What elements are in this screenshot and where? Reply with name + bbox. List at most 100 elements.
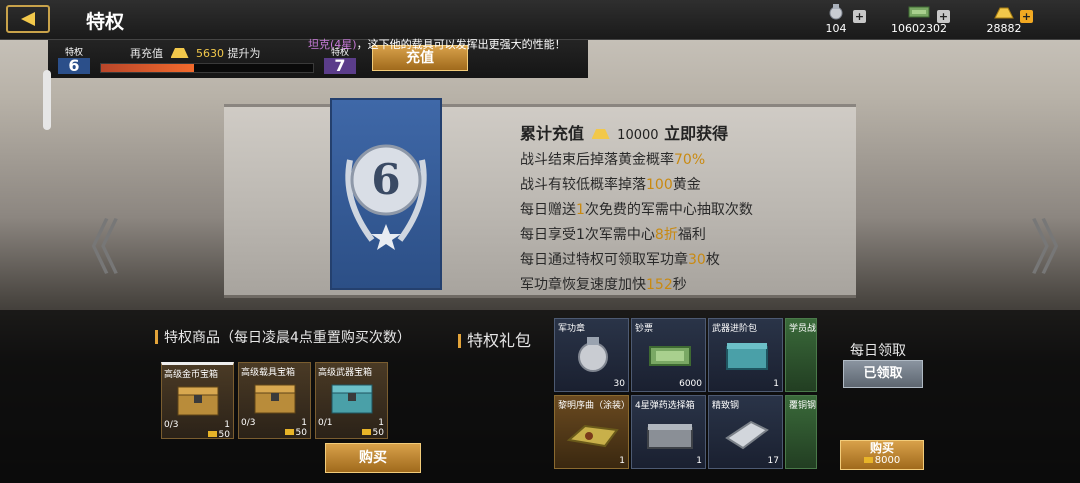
scrolling-notice: 坦克(4星)，这下他的载具可以发挥出更强大的性能！ bbox=[308, 36, 566, 52]
gift-item-name: 4星弹药选择箱 bbox=[635, 401, 695, 411]
gold-bar-icon bbox=[591, 129, 610, 139]
gift-item[interactable]: 军功章 30 bbox=[554, 318, 629, 392]
item-quantity: 1 bbox=[224, 420, 230, 430]
recharge-text: 再充值 bbox=[130, 47, 163, 60]
purchase-count: 0/3 bbox=[241, 418, 256, 428]
gold-bar-icon bbox=[992, 4, 1016, 20]
add-medal-button[interactable]: + bbox=[853, 10, 866, 23]
shop-item-name: 高级武器宝箱 bbox=[318, 368, 373, 378]
benefits-list: 累计充值 10000 立即获得 战斗结束后掉落黄金概率70% 战斗有较低概率掉落… bbox=[520, 120, 840, 290]
item-price: 50 bbox=[284, 428, 307, 438]
benefit-line: 军功章恢复速度加快152秒 bbox=[520, 277, 687, 290]
add-cash-button[interactable]: + bbox=[937, 10, 950, 23]
medal-resource: 104 bbox=[818, 4, 854, 36]
gift-item-qty: 6000 bbox=[679, 379, 702, 389]
gift-buy-price: 8000 bbox=[841, 455, 923, 466]
gift-item-qty: 1 bbox=[696, 456, 702, 466]
current-vip-badge: 特权 6 bbox=[58, 45, 90, 79]
gift-item-name: 军功章 bbox=[558, 324, 586, 334]
upgrade-text: 提升为 bbox=[227, 47, 261, 60]
money-icon bbox=[907, 4, 931, 20]
ammo-box-icon bbox=[647, 424, 693, 449]
item-quantity: 1 bbox=[378, 418, 384, 428]
steel-plate-icon bbox=[725, 420, 769, 450]
shop-buy-button[interactable]: 购买 bbox=[325, 443, 421, 473]
gift-item-name: 武器进阶包 bbox=[712, 324, 758, 334]
current-vip-level: 6 bbox=[58, 58, 90, 74]
gift-buy-label: 购买 bbox=[869, 441, 894, 455]
back-button[interactable] bbox=[6, 5, 50, 33]
gold-bar-icon bbox=[207, 431, 217, 437]
shop-item[interactable]: 高级金币宝箱 0/3 1 50 bbox=[161, 362, 234, 440]
benefit-line: 每日赠送1次免费的军需中心抽取次数 bbox=[520, 202, 753, 218]
add-gold-button[interactable]: + bbox=[1020, 10, 1033, 23]
notice-text: ，这下他的载具可以发挥出更强大的性能！ bbox=[356, 38, 566, 51]
gift-item[interactable]: 覆铜钢 bbox=[785, 395, 817, 469]
daily-claim-label: 每日领取 bbox=[850, 343, 906, 359]
gold-bar-icon bbox=[284, 429, 294, 435]
top-bar: 特权 104 + 10602302 + 28882 + bbox=[0, 0, 1080, 40]
medal-value: 104 bbox=[825, 22, 847, 35]
next-arrow-icon[interactable]: 》 bbox=[1030, 200, 1080, 287]
camo-skin-icon bbox=[566, 424, 619, 448]
gift-item-name: 学员战 bbox=[789, 324, 817, 334]
item-quantity: 1 bbox=[301, 418, 307, 428]
gift-item[interactable]: 学员战 bbox=[785, 318, 817, 392]
purchase-count: 0/1 bbox=[318, 418, 333, 428]
treasure-chest-icon bbox=[254, 384, 296, 414]
gift-item-qty: 17 bbox=[767, 456, 779, 466]
gold-value: 28882 bbox=[986, 22, 1022, 35]
page-title: 特权 bbox=[86, 11, 125, 33]
recharge-info: 再充值 5630 提升为 bbox=[130, 45, 261, 61]
heading-suffix: 立即获得 bbox=[664, 124, 729, 143]
vip-level-number: 6 bbox=[371, 155, 401, 204]
purchase-count: 0/3 bbox=[164, 420, 179, 430]
treasure-chest-icon bbox=[177, 386, 219, 416]
shop-item[interactable]: 高级载具宝箱 0/3 1 50 bbox=[238, 362, 311, 439]
gift-item-name: 覆铜钢 bbox=[789, 401, 817, 411]
item-price: 50 bbox=[361, 428, 384, 438]
benefit-line: 每日享受1次军需中心8折福利 bbox=[520, 227, 706, 243]
vip-progress-track bbox=[100, 63, 314, 73]
benefit-line: 战斗结束后掉落黄金概率70% bbox=[520, 152, 706, 168]
gold-bar-icon bbox=[361, 429, 371, 435]
medal-icon bbox=[578, 337, 608, 372]
scroll-handle[interactable] bbox=[43, 70, 51, 130]
vip-progress-fill bbox=[101, 64, 194, 72]
treasure-chest-icon bbox=[331, 384, 373, 414]
claimed-button[interactable]: 已领取 bbox=[843, 360, 923, 388]
item-price: 50 bbox=[207, 430, 230, 440]
shop-item-name: 高级金币宝箱 bbox=[164, 370, 219, 380]
crate-icon bbox=[726, 343, 768, 370]
shop-item-name: 高级载具宝箱 bbox=[241, 368, 296, 378]
gift-section-title: 特权礼包 bbox=[458, 327, 531, 351]
gift-item-qty: 1 bbox=[773, 379, 779, 389]
vip-level-banner: 6 bbox=[330, 98, 442, 290]
prev-arrow-icon[interactable]: 《 bbox=[60, 200, 120, 287]
gold-bar-icon bbox=[863, 457, 873, 463]
cash-value: 10602302 bbox=[891, 22, 947, 35]
gift-item-qty: 1 bbox=[619, 456, 625, 466]
heading-text: 累计充值 bbox=[520, 124, 585, 143]
back-arrow-icon bbox=[21, 12, 35, 26]
heading-amount: 10000 bbox=[617, 128, 659, 143]
next-vip-level: 7 bbox=[324, 58, 356, 74]
shop-section-title: 特权商品（每日凌晨4点重置购买次数） bbox=[155, 327, 411, 347]
benefit-line: 战斗有较低概率掉落100黄金 bbox=[520, 177, 701, 193]
gift-item[interactable]: 武器进阶包 1 bbox=[708, 318, 783, 392]
gift-item[interactable]: 钞票 6000 bbox=[631, 318, 706, 392]
gift-item[interactable]: 黎明序曲（涂装） 1 bbox=[554, 395, 630, 469]
gift-item[interactable]: 精致钢 17 bbox=[708, 395, 783, 469]
gold-bar-icon bbox=[170, 48, 189, 58]
gift-buy-button[interactable]: 购买 8000 bbox=[840, 440, 924, 470]
gift-item[interactable]: 4星弹药选择箱 1 bbox=[631, 395, 706, 469]
gift-item-qty: 30 bbox=[613, 379, 625, 389]
notice-highlight: 坦克(4星) bbox=[308, 38, 357, 51]
shop-item[interactable]: 高级武器宝箱 0/1 1 50 bbox=[315, 362, 388, 439]
money-icon bbox=[649, 346, 691, 366]
gift-item-name: 精致钢 bbox=[712, 401, 740, 411]
recharge-amount: 5630 bbox=[196, 47, 224, 60]
medal-icon bbox=[824, 4, 848, 20]
benefit-line: 每日通过特权可领取军功章30枚 bbox=[520, 252, 720, 268]
gift-item-name: 钞票 bbox=[635, 324, 654, 334]
